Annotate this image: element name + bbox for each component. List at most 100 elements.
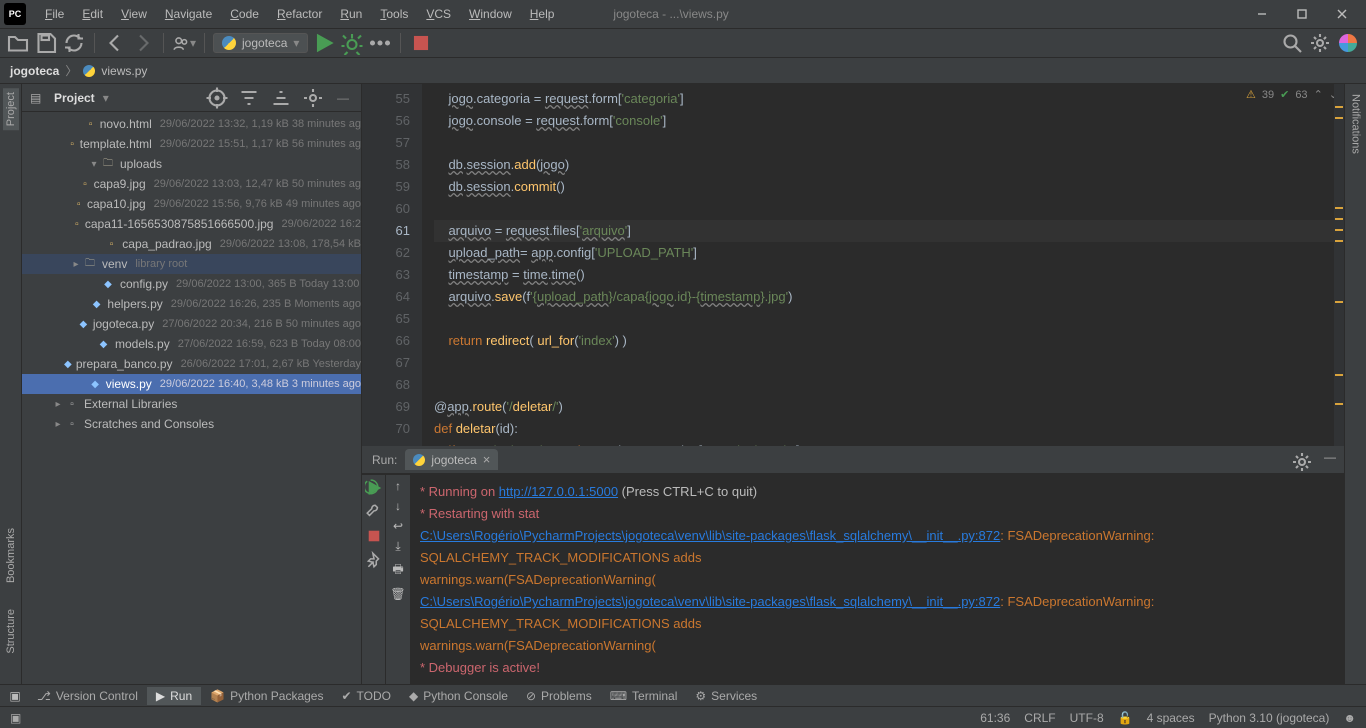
tree-row[interactable]: ▫novo.html29/06/2022 13:32, 1,19 kB 38 m… <box>22 114 361 134</box>
tree-row[interactable]: ◆models.py27/06/2022 16:59, 623 B Today … <box>22 334 361 354</box>
minimize-button[interactable] <box>1242 0 1282 29</box>
sync-icon[interactable] <box>62 31 86 55</box>
menu-run[interactable]: Run <box>331 3 371 25</box>
cwm-users-icon[interactable]: ▾ <box>172 31 196 55</box>
sidebar-tab-structure[interactable]: Structure <box>3 605 19 658</box>
status-indent[interactable]: 4 spaces <box>1147 711 1195 725</box>
down-icon[interactable]: ↓ <box>395 499 401 513</box>
warning-icon: ⚠ <box>1246 88 1256 101</box>
nav-forward-icon[interactable] <box>131 31 155 55</box>
run-tab[interactable]: jogoteca × <box>405 449 498 470</box>
tree-row[interactable]: ◆config.py29/06/2022 13:00, 365 B Today … <box>22 274 361 294</box>
wrap-icon[interactable]: ↩ <box>393 519 403 533</box>
tree-row[interactable]: ◆jogoteca.py27/06/2022 20:34, 216 B 50 m… <box>22 314 361 334</box>
editor-content[interactable]: jogo.categoria = request.form['categoria… <box>422 84 1344 446</box>
tree-row[interactable]: ▸▫External Libraries <box>22 394 361 414</box>
stop-button[interactable] <box>409 31 433 55</box>
clear-icon[interactable]: 🗑 <box>390 587 405 601</box>
close-button[interactable] <box>1322 0 1362 29</box>
menu-help[interactable]: Help <box>521 3 564 25</box>
tree-row[interactable]: ▾🗀uploads <box>22 154 361 174</box>
status-hector-icon[interactable]: ☻ <box>1343 711 1356 725</box>
status-interpreter[interactable]: Python 3.10 (jogoteca) <box>1209 711 1330 725</box>
tree-row[interactable]: ▫capa9.jpg29/06/2022 13:03, 12,47 kB 50 … <box>22 174 361 194</box>
tree-row[interactable]: ▫capa11-1656530875851666500.jpg29/06/202… <box>22 214 361 234</box>
editor-error-stripe[interactable] <box>1334 84 1344 446</box>
tool-window-quick-access-icon[interactable]: ▣ <box>4 689 26 703</box>
bottom-tab-services[interactable]: ⚙Services <box>686 687 766 705</box>
menu-edit[interactable]: Edit <box>73 3 112 25</box>
status-quick-icon[interactable]: ▣ <box>10 711 21 725</box>
menu-vcs[interactable]: VCS <box>417 3 460 25</box>
bottom-tab-version-control[interactable]: ⎇Version Control <box>28 687 147 705</box>
tree-row[interactable]: ▫capa10.jpg29/06/2022 15:56, 9,76 kB 49 … <box>22 194 361 214</box>
weak-warning-count: 63 <box>1295 89 1307 101</box>
stop-icon[interactable] <box>365 527 383 545</box>
tree-row[interactable]: ▸🗀venvlibrary root <box>22 254 361 274</box>
more-run-icon[interactable] <box>368 31 392 55</box>
menu-refactor[interactable]: Refactor <box>268 3 331 25</box>
tree-row[interactable]: ◆views.py29/06/2022 16:40, 3,48 kB 3 min… <box>22 374 361 394</box>
tree-row[interactable]: ▫capa_padrao.jpg29/06/2022 13:08, 178,54… <box>22 234 361 254</box>
breadcrumb-root[interactable]: jogoteca <box>10 64 59 78</box>
sidebar-tab-bookmarks[interactable]: Bookmarks <box>3 524 19 587</box>
menu-window[interactable]: Window <box>460 3 521 25</box>
hide-icon[interactable]: — <box>1324 450 1336 474</box>
expand-all-icon[interactable] <box>237 86 261 110</box>
menu-view[interactable]: View <box>112 3 156 25</box>
tree-settings-icon[interactable] <box>301 86 325 110</box>
status-caret-pos[interactable]: 61:36 <box>980 711 1010 725</box>
collapse-all-icon[interactable] <box>269 86 293 110</box>
titlebar: PC FileEditViewNavigateCodeRefactorRunTo… <box>0 0 1366 29</box>
tool-icon[interactable] <box>365 503 383 521</box>
status-line-separator[interactable]: CRLF <box>1024 711 1055 725</box>
nav-back-icon[interactable] <box>103 31 127 55</box>
cwm-icon[interactable] <box>1336 31 1360 55</box>
up-icon[interactable]: ↑ <box>395 479 401 493</box>
run-console-output[interactable]: * Running on http://127.0.0.1:5000 (Pres… <box>410 475 1344 684</box>
editor-gutter[interactable]: 5556575859606162636465666768697071 <box>362 84 422 446</box>
bottom-tool-stripe: ▣ ⎇Version Control▶Run📦Python Packages✔T… <box>0 684 1366 706</box>
maximize-button[interactable] <box>1282 0 1322 29</box>
locate-icon[interactable] <box>205 86 229 110</box>
menu-file[interactable]: File <box>36 3 73 25</box>
settings-icon[interactable] <box>1308 31 1332 55</box>
project-tool-window: ▤ Project ▾ — ▫novo.html29/06/2022 13:32… <box>22 84 362 684</box>
bottom-tab-problems[interactable]: ⊘Problems <box>517 687 601 705</box>
bottom-tab-terminal[interactable]: ⌨Terminal <box>601 687 687 705</box>
menu-navigate[interactable]: Navigate <box>156 3 221 25</box>
sidebar-tab-notifications[interactable]: Notifications <box>1348 90 1364 158</box>
tree-row[interactable]: ◆prepara_banco.py26/06/2022 17:01, 2,67 … <box>22 354 361 374</box>
tree-row[interactable]: ▸▫Scratches and Consoles <box>22 414 361 434</box>
rerun-icon[interactable] <box>365 479 383 497</box>
menu-tools[interactable]: Tools <box>371 3 417 25</box>
pin-icon[interactable] <box>365 551 383 569</box>
project-tree[interactable]: ▫novo.html29/06/2022 13:32, 1,19 kB 38 m… <box>22 112 361 684</box>
tree-row[interactable]: ◆helpers.py29/06/2022 16:26, 235 B Momen… <box>22 294 361 314</box>
sidebar-tab-project[interactable]: Project <box>3 88 19 130</box>
tree-row[interactable]: ▫template.html29/06/2022 15:51, 1,17 kB … <box>22 134 361 154</box>
run-settings-icon[interactable] <box>1290 450 1314 474</box>
close-icon[interactable]: × <box>483 452 491 467</box>
menu-code[interactable]: Code <box>221 3 268 25</box>
search-everywhere-icon[interactable] <box>1280 31 1304 55</box>
scroll-to-end-icon[interactable]: ⤓ <box>395 539 400 554</box>
bottom-tab-todo[interactable]: ✔TODO <box>332 687 400 705</box>
save-all-icon[interactable] <box>34 31 58 55</box>
chevron-up-icon[interactable]: ⌃ <box>1314 88 1323 101</box>
print-icon[interactable]: 🖶 <box>392 560 403 581</box>
run-config-selector[interactable]: jogoteca ▾ <box>213 33 308 53</box>
bottom-tab-python-console[interactable]: ◆Python Console <box>400 687 517 705</box>
open-icon[interactable] <box>6 31 30 55</box>
status-encoding[interactable]: UTF-8 <box>1070 711 1104 725</box>
status-bar: ▣ 61:36 CRLF UTF-8 🔓 4 spaces Python 3.1… <box>0 706 1366 728</box>
inspections-widget[interactable]: ⚠39 ✔63 ⌃ ⌄ <box>1246 88 1338 101</box>
status-readonly-icon[interactable]: 🔓 <box>1118 711 1133 725</box>
code-editor[interactable]: 5556575859606162636465666768697071 jogo.… <box>362 84 1344 446</box>
bottom-tab-python-packages[interactable]: 📦Python Packages <box>201 687 332 705</box>
bottom-tab-run[interactable]: ▶Run <box>147 687 201 705</box>
breadcrumb-file[interactable]: views.py <box>101 64 147 78</box>
tree-options-icon[interactable]: — <box>333 91 353 105</box>
debug-button[interactable] <box>340 31 364 55</box>
run-button[interactable] <box>312 31 336 55</box>
